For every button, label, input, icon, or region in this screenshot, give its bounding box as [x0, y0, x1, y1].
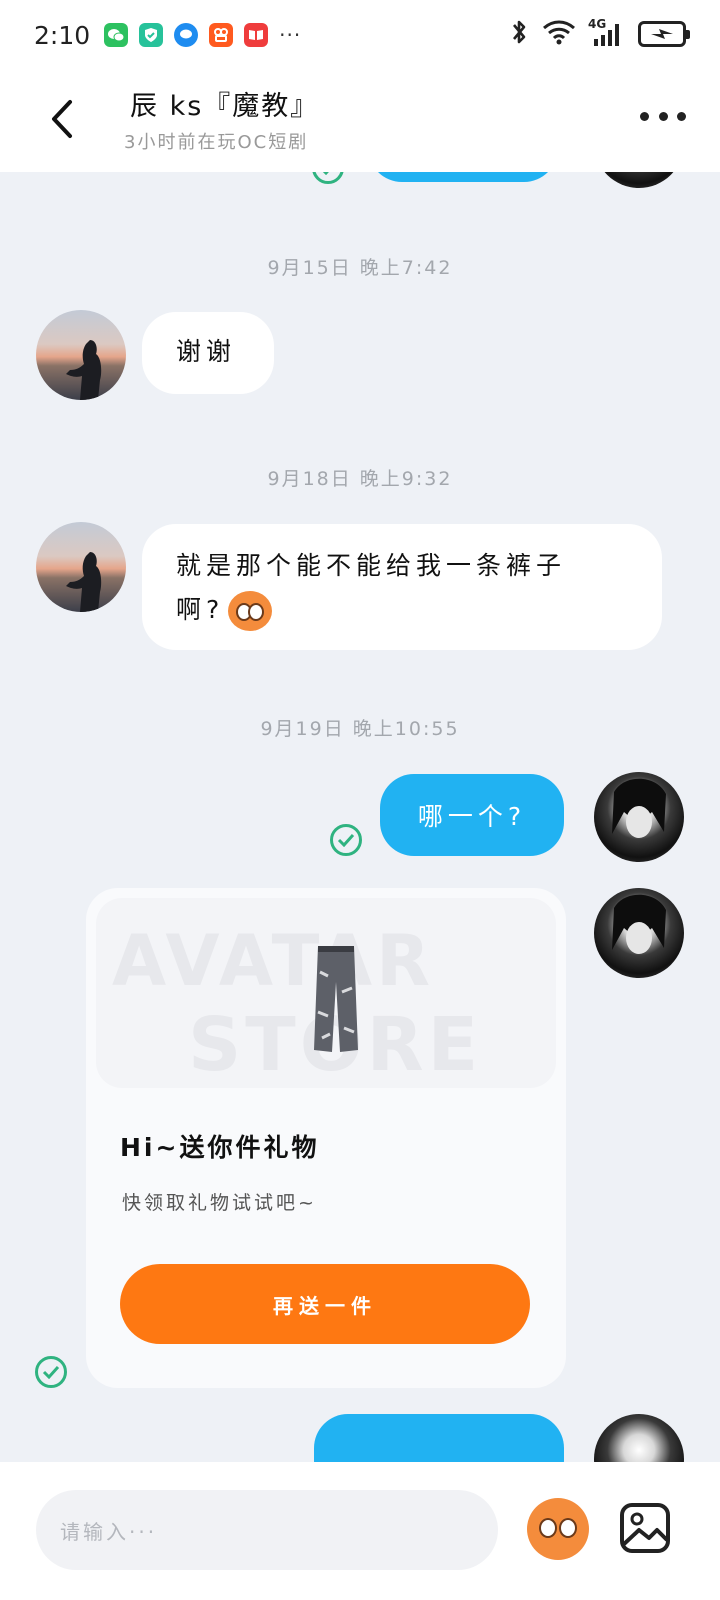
contact-avatar[interactable] — [36, 522, 126, 612]
bluetooth-icon — [510, 18, 528, 50]
book-app-icon — [244, 23, 269, 47]
read-check-icon — [35, 1356, 67, 1388]
chat-header: 辰 ks『魔教』 3小时前在玩OC短剧 — [0, 70, 720, 172]
my-avatar[interactable] — [594, 172, 684, 188]
message-text: 谢谢 — [176, 337, 237, 366]
message-bubble-right[interactable]: 哪一个? — [380, 774, 564, 856]
image-icon — [620, 1503, 670, 1553]
chevron-left-icon — [52, 100, 72, 138]
battery-icon — [638, 21, 690, 47]
status-bar: 2:10 ··· 4G — [0, 0, 720, 70]
sticker-button[interactable] — [527, 1498, 589, 1560]
read-check-icon — [312, 172, 344, 184]
message-text: 哪一个? — [417, 802, 527, 831]
timestamp: 9月18日 晚上9:32 — [267, 468, 453, 490]
gift-image: AVATAR STORE — [96, 898, 556, 1088]
shield-app-icon — [139, 23, 164, 47]
image-picker-button[interactable] — [619, 1502, 671, 1554]
gift-title: Hi~送你件礼物 — [120, 1133, 320, 1162]
message-app-icon — [174, 23, 199, 47]
contact-status: 3小时前在玩OC短剧 — [124, 132, 309, 153]
message-text-line: 就是那个能不能给我一条裤子 — [176, 551, 567, 580]
read-check-icon — [330, 824, 362, 856]
menu-dot — [640, 111, 649, 121]
jeans-item-image — [314, 946, 358, 1052]
message-bubble-left[interactable]: 就是那个能不能给我一条裤子 啊? — [142, 524, 662, 650]
menu-dot — [658, 111, 668, 121]
message-bubble-right[interactable] — [368, 172, 558, 182]
status-time: 2:10 — [34, 20, 91, 50]
back-button[interactable] — [42, 94, 82, 144]
network-type-label: 4G — [588, 17, 607, 31]
watermark-text: AVATAR — [112, 920, 434, 1002]
my-avatar[interactable] — [594, 1414, 684, 1462]
message-bubble-left[interactable]: 谢谢 — [142, 312, 274, 394]
my-avatar[interactable] — [594, 772, 684, 862]
chat-area[interactable]: 9月15日 晚上7:42 谢谢 9月18日 晚上9:32 就是那个能不能给我一条… — [0, 172, 720, 1462]
message-text-line-2: 啊? — [176, 588, 628, 632]
kuaishou-icon — [209, 23, 234, 47]
contact-name[interactable]: 辰 ks『魔教』 — [130, 84, 319, 123]
signal-icon: 4G — [588, 17, 624, 47]
wechat-icon — [104, 23, 129, 47]
wifi-icon — [542, 19, 576, 49]
more-notifications-icon: ··· — [279, 23, 302, 47]
gift-card[interactable]: AVATAR STORE Hi~送你件礼物 快领取礼物试试吧~ 再送一件 — [86, 888, 566, 1388]
menu-dot — [677, 111, 686, 121]
message-input[interactable]: 请输入··· — [36, 1490, 498, 1570]
monkey-emoji-icon — [228, 591, 273, 631]
input-placeholder: 请输入··· — [60, 1519, 158, 1544]
message-text: 啊? — [176, 595, 225, 624]
message-bubble-right[interactable] — [314, 1414, 564, 1462]
gift-subtitle: 快领取礼物试试吧~ — [122, 1192, 317, 1214]
more-options-button[interactable] — [640, 104, 686, 128]
send-another-gift-button[interactable]: 再送一件 — [120, 1264, 530, 1344]
timestamp: 9月15日 晚上7:42 — [267, 257, 453, 279]
input-bar: 请输入··· — [0, 1462, 720, 1600]
my-avatar[interactable] — [594, 888, 684, 978]
timestamp: 9月19日 晚上10:55 — [260, 718, 460, 740]
status-right-group: 4G — [510, 17, 690, 50]
contact-avatar[interactable] — [36, 310, 126, 400]
